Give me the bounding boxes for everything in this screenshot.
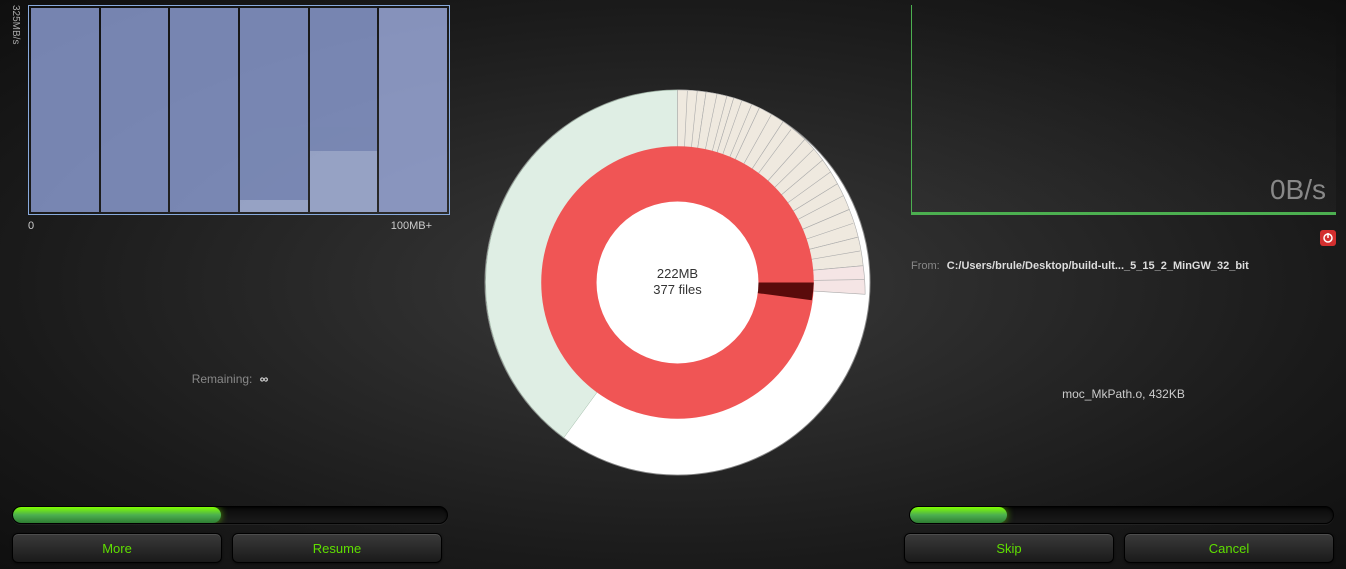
center-size: 222MB <box>653 266 701 283</box>
from-row: From: C:/Users/brule/Desktop/build-ult..… <box>911 260 1336 272</box>
from-label: From: <box>911 260 940 272</box>
skip-button[interactable]: Skip <box>904 533 1114 563</box>
bar <box>31 8 99 212</box>
more-button[interactable]: More <box>12 533 222 563</box>
write-chart-y-label: 325MB/s <box>10 5 21 44</box>
cancel-button[interactable]: Cancel <box>1124 533 1334 563</box>
current-file: moc_MkPath.o, 432KB <box>911 387 1336 401</box>
remaining-value: ∞ <box>260 372 269 386</box>
power-icon[interactable] <box>1320 230 1336 246</box>
bar <box>240 8 308 212</box>
from-path: C:/Users/brule/Desktop/build-ult..._5_15… <box>947 260 1249 272</box>
file-progress-bar <box>909 506 1334 524</box>
bar <box>170 8 238 212</box>
resume-button[interactable]: Resume <box>232 533 442 563</box>
x-axis-max: 100MB+ <box>391 220 432 232</box>
center-files: 377 files <box>653 283 701 300</box>
bar <box>379 8 447 212</box>
overall-progress-bar <box>12 506 448 524</box>
x-axis-min: 0 <box>28 220 34 232</box>
remaining-label: Remaining: <box>192 372 253 386</box>
bar <box>310 8 378 212</box>
bar <box>101 8 169 212</box>
read-speed-value: 0B/s <box>1270 174 1326 206</box>
read-speed-chart: 0B/s <box>911 5 1336 215</box>
copy-sunburst-chart: 222MB 377 files <box>480 85 875 480</box>
write-size-bar-chart <box>28 5 450 215</box>
remaining-row: Remaining: ∞ <box>10 372 450 386</box>
